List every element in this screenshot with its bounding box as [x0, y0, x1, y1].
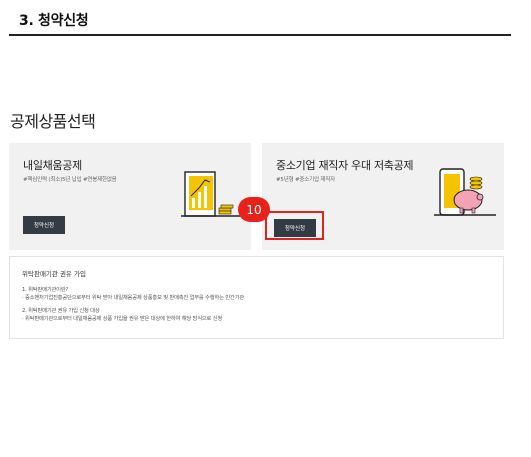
info-line: 1. 위탁판매기관이란? — [22, 287, 69, 293]
agency-info-box: 위탁판매기관 권유 가입 1. 위탁판매기관이란? · 중소벤처기업진흥공단으로… — [9, 256, 504, 339]
step-marker: 10 — [238, 197, 270, 222]
growth-chart-icon — [181, 171, 243, 217]
product-name: 중소기업 재직자 우대 저축공제 — [276, 159, 414, 172]
product-card-naeil: 내일채움공제 #핵심인력 (최소)5년 납입 #연봉제한없음 청약신청 — [9, 143, 251, 250]
product-tags: #5년형 #중소기업 재직자 — [276, 177, 335, 183]
info-title: 위탁판매기관 권유 가입 — [22, 270, 86, 278]
product-tags: #핵심인력 (최소)5년 납입 #연봉제한없음 — [23, 177, 117, 183]
section-divider — [9, 34, 511, 36]
piggy-bank-phone-icon — [434, 168, 496, 216]
section-title: 3. 청약신청 — [19, 13, 89, 29]
info-line: 2. 위탁판매기관 권유 가입 신청 대상 — [22, 308, 100, 314]
product-name: 내일채움공제 — [23, 159, 82, 172]
info-line: · 중소벤처기업진흥공단으로부터 위탁 받아 내일채움공제 상품홍보 및 판매촉… — [22, 295, 244, 301]
products-title: 공제상품선택 — [10, 112, 96, 131]
highlight-box — [265, 211, 324, 240]
info-line: · 위탁판매기관으로부터 내일채움공제 상품 가입을 권유 받은 대상에 한하여… — [22, 316, 223, 322]
apply-button-naeil[interactable]: 청약신청 — [23, 216, 65, 234]
